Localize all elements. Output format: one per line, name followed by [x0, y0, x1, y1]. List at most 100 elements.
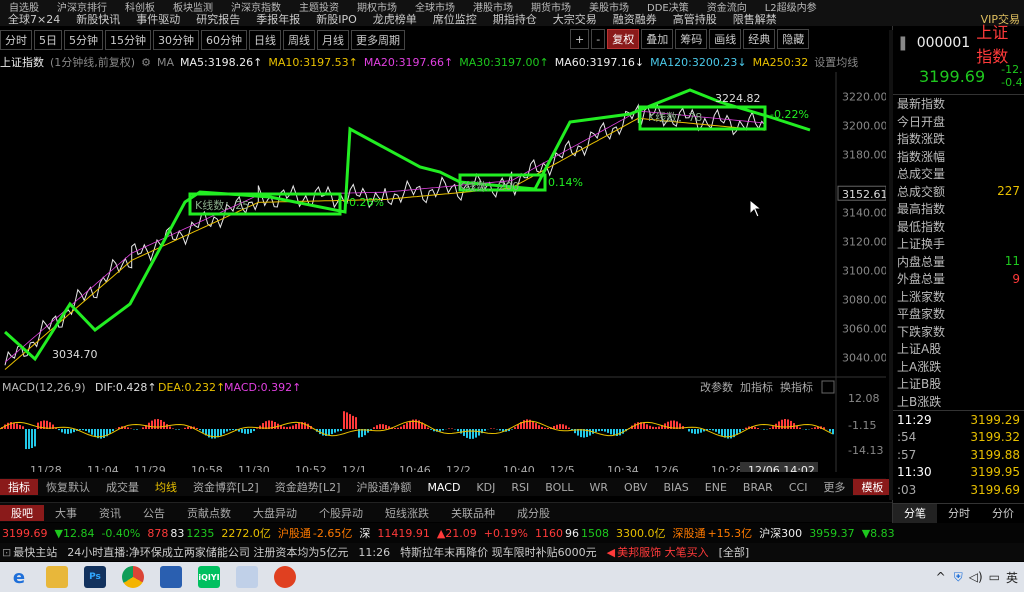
alert-text[interactable]: 美邦服饰 大笔买入: [617, 544, 709, 560]
high-label: 3224.82: [715, 92, 761, 105]
prev-arrow-icon[interactable]: ❚: [897, 35, 909, 51]
news-tab[interactable]: 大盘异动: [242, 505, 308, 521]
set-ma-link[interactable]: 设置均线: [814, 54, 858, 70]
news-tab[interactable]: 资讯: [88, 505, 132, 521]
menu2-item[interactable]: 新股快讯: [68, 11, 128, 27]
sgt-label[interactable]: 深股通: [672, 525, 705, 541]
photoshop-icon[interactable]: Ps: [84, 566, 106, 588]
indicator-tab[interactable]: 资金趋势[L2]: [267, 479, 349, 495]
indicator-tab[interactable]: 成交量: [98, 479, 147, 495]
toolbar-btn-3[interactable]: 叠加: [641, 29, 674, 49]
news-tab[interactable]: 股吧: [0, 504, 44, 521]
menu2-item[interactable]: 新股IPO: [308, 11, 365, 27]
menu2-item[interactable]: 季报年报: [248, 11, 308, 27]
news-tab[interactable]: 贡献点数: [176, 505, 242, 521]
menu2-item[interactable]: 研究报告: [188, 11, 248, 27]
news-ticker: ⊡ 最快主站 24小时直播:净环保成立两家储能公司 注册资本均为5亿元 11:2…: [0, 543, 1024, 561]
x-tick-label: 11/29: [134, 464, 166, 472]
news-tab[interactable]: 成分股: [506, 505, 561, 521]
indicator-tab[interactable]: RSI: [503, 481, 537, 494]
period-0[interactable]: 分时: [0, 30, 32, 50]
news-headline-1[interactable]: 24小时直播:净环保成立两家储能公司 注册资本均为5亿元: [67, 544, 348, 560]
macd-button[interactable]: 加指标: [740, 380, 773, 394]
news-tab[interactable]: 个股异动: [308, 505, 374, 521]
indicator-tab[interactable]: CCI: [781, 481, 816, 494]
indicator-tab[interactable]: MACD: [419, 481, 468, 494]
period-6[interactable]: 日线: [249, 30, 281, 50]
toolbar-btn-7[interactable]: 隐藏: [777, 29, 810, 49]
toolbar-btn-4[interactable]: 筹码: [675, 29, 708, 49]
ime-indicator[interactable]: 英: [1006, 569, 1018, 586]
side-tab[interactable]: 分时: [937, 504, 981, 523]
edge-icon[interactable]: e: [8, 566, 30, 588]
period-5[interactable]: 60分钟: [201, 30, 247, 50]
news-tab[interactable]: 公告: [132, 505, 176, 521]
period-7[interactable]: 周线: [283, 30, 315, 50]
indicator-tab[interactable]: 指标: [0, 479, 38, 495]
indicator-tab[interactable]: BRAR: [735, 481, 781, 494]
indicator-tab[interactable]: 模板: [853, 479, 892, 495]
menu2-item[interactable]: 事件驱动: [128, 11, 188, 27]
indicator-tab[interactable]: 恢复默认: [38, 479, 98, 495]
folder-icon[interactable]: [46, 566, 68, 588]
period-1[interactable]: 5日: [34, 30, 62, 50]
tray-shield-icon[interactable]: ⛨: [954, 570, 963, 585]
iqiyi-icon[interactable]: iQIYI: [198, 566, 220, 588]
indicator-tab[interactable]: BOLL: [537, 481, 581, 494]
all-alerts-link[interactable]: [全部]: [719, 544, 750, 560]
kline-chart[interactable]: 3220.00 3200.00 3180.00 3152.61 3140.00 3120.…: [0, 72, 886, 472]
period-4[interactable]: 30分钟: [153, 30, 199, 50]
indicator-tab[interactable]: 更多: [815, 479, 853, 495]
period-2[interactable]: 5分钟: [64, 30, 103, 50]
news-tab[interactable]: 关联品种: [440, 505, 506, 521]
period-3[interactable]: 15分钟: [105, 30, 151, 50]
menu2-item[interactable]: 大宗交易: [545, 11, 605, 27]
panel-splitter[interactable]: [889, 30, 893, 500]
toolbar-btn-5[interactable]: 画线: [709, 29, 742, 49]
tray-up-icon[interactable]: ^: [936, 570, 946, 584]
indicator-tab[interactable]: KDJ: [468, 481, 503, 494]
server-label[interactable]: 最快主站: [13, 544, 57, 560]
hgt-label[interactable]: 沪股通: [278, 525, 311, 541]
macd-button[interactable]: 换指标: [780, 380, 813, 394]
stock-app-icon[interactable]: [274, 566, 296, 588]
indicator-tab[interactable]: 资金博弈[L2]: [185, 479, 267, 495]
indicator-tab[interactable]: ENE: [697, 481, 735, 494]
news-headline-2[interactable]: 特斯拉年末再降价 现车限时补贴6000元: [400, 544, 597, 560]
menu2-item[interactable]: 龙虎榜单: [365, 11, 425, 27]
sh-flat-count: 83: [170, 526, 185, 540]
side-tab[interactable]: 分价: [981, 504, 1024, 523]
indicator-tab[interactable]: 沪股通净额: [348, 479, 419, 495]
period-9[interactable]: 更多周期: [351, 30, 405, 50]
app-icon[interactable]: [160, 566, 182, 588]
news-tab[interactable]: 大事: [44, 505, 88, 521]
indicator-tab[interactable]: 均线: [147, 479, 185, 495]
menu2-item[interactable]: 期指持仓: [485, 11, 545, 27]
toolbar-btn-0[interactable]: +: [570, 29, 590, 49]
menu2-item[interactable]: 全球7×24: [0, 11, 68, 27]
side-ticks: 11:29 3199.29:54 3199.32:57 3199.88 11:30 319…: [893, 410, 1024, 499]
macd-button[interactable]: 改参数: [700, 380, 733, 394]
chrome-icon[interactable]: [122, 566, 144, 588]
period-8[interactable]: 月线: [317, 30, 349, 50]
menu2-item[interactable]: 限售解禁: [725, 11, 785, 27]
range-annotation: -0.26%: [345, 196, 384, 209]
news-tab[interactable]: 短线涨跌: [374, 505, 440, 521]
indicator-tab[interactable]: OBV: [616, 481, 655, 494]
menu2-item[interactable]: 席位监控: [425, 11, 485, 27]
ma5-value: MA5:3198.26↑: [179, 55, 263, 69]
toolbar-btn-2[interactable]: 复权: [607, 29, 640, 49]
volume-icon[interactable]: ◁): [969, 570, 983, 584]
indicator-tab[interactable]: BIAS: [655, 481, 696, 494]
settings-icon[interactable]: ⚙: [141, 56, 151, 69]
side-pct: -0.4: [1001, 76, 1023, 89]
indicator-tab[interactable]: WR: [582, 481, 617, 494]
toolbar-btn-6[interactable]: 经典: [743, 29, 776, 49]
menu2-item[interactable]: 融资融券: [605, 11, 665, 27]
sz-index-pct: +0.19%: [483, 526, 528, 540]
side-tab[interactable]: 分笔: [893, 504, 937, 523]
paint-icon[interactable]: [236, 566, 258, 588]
toolbar-btn-1[interactable]: -: [591, 29, 606, 49]
menu2-item[interactable]: 高管持股: [665, 11, 725, 27]
network-icon[interactable]: ▭: [989, 570, 1000, 584]
